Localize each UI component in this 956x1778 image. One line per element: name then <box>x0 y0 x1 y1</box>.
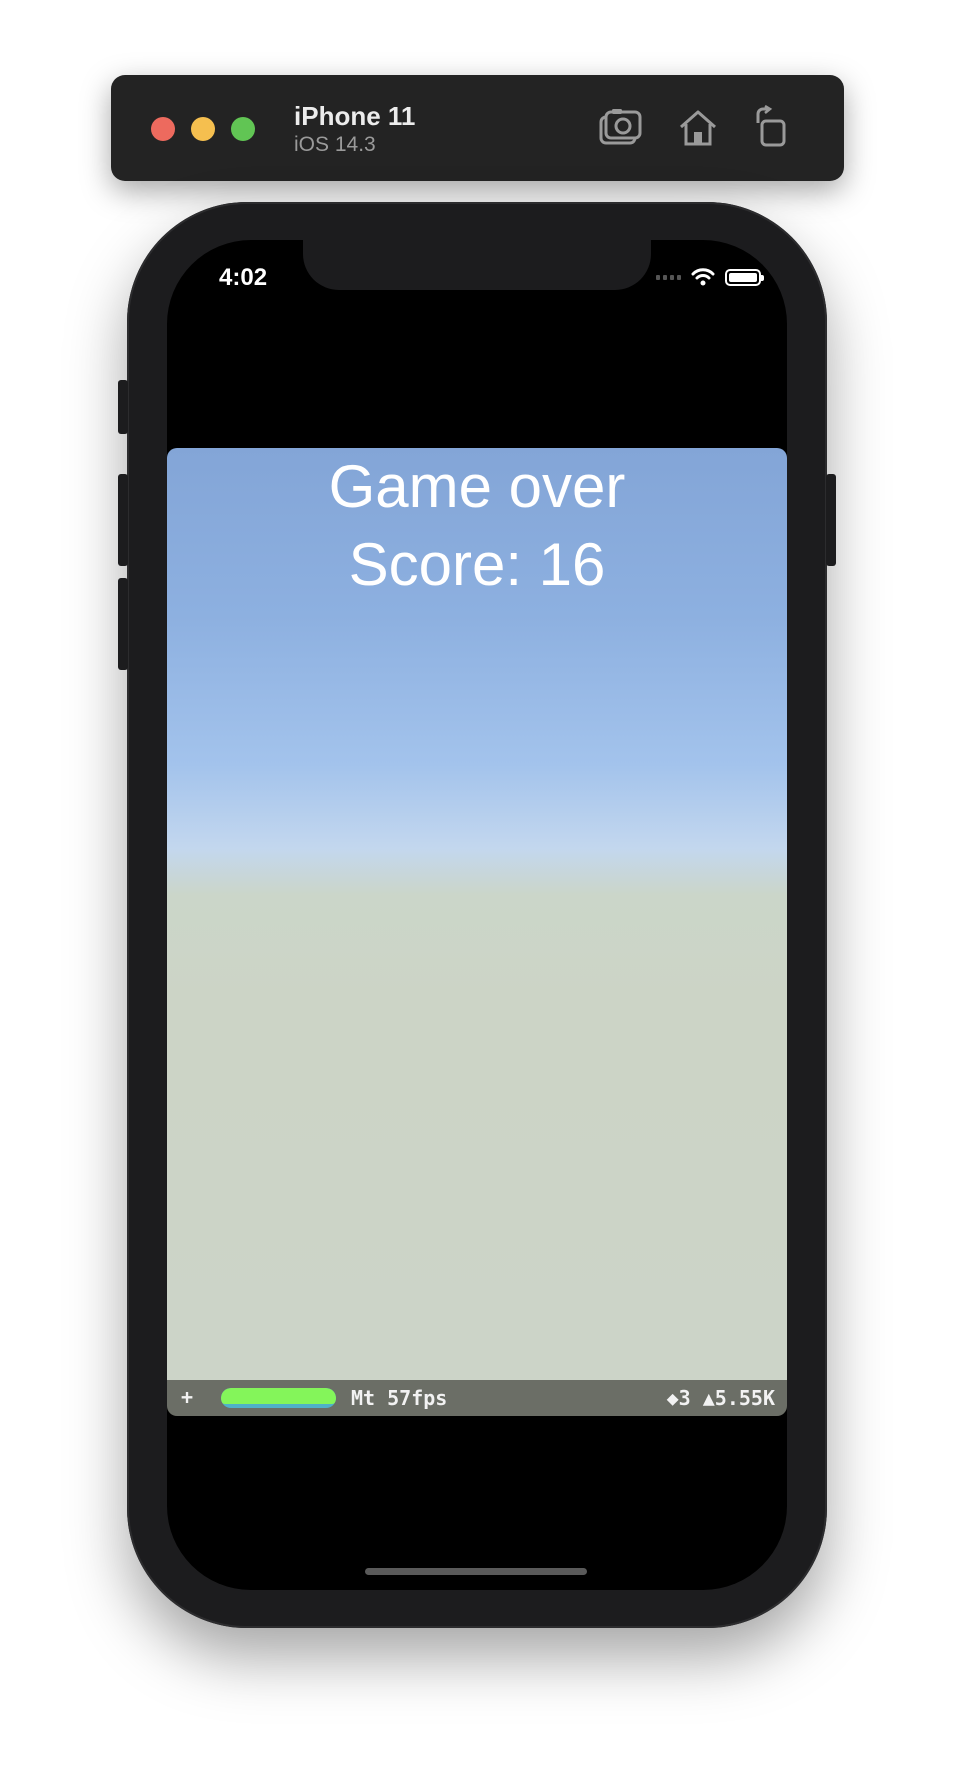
status-time: 4:02 <box>219 264 268 291</box>
game-over-title: Game over <box>328 453 626 520</box>
debug-hud: + Mt 57fps ◆3 ▲5.55K <box>167 1380 787 1416</box>
phone-screen: 4:02 Game over Score: 16 + Mt 57fps ◆3 ▲… <box>167 240 787 1590</box>
rotate-icon <box>756 104 786 147</box>
wifi-icon <box>691 268 715 286</box>
notch <box>303 240 651 290</box>
screenshot-icon <box>599 109 642 145</box>
simulator-title-bar: iPhone 11 iOS 14.3 <box>111 75 844 181</box>
screenshot-button[interactable] <box>597 105 643 151</box>
frame-time-bar-fill <box>221 1388 336 1404</box>
status-icons <box>656 268 764 286</box>
zoom-window-button[interactable] <box>231 117 255 141</box>
cellular-signal-icon <box>656 274 681 280</box>
volume-up-button <box>118 474 128 566</box>
home-button[interactable] <box>675 105 721 151</box>
os-version: iOS 14.3 <box>294 133 376 156</box>
power-button <box>826 474 836 566</box>
fps-label: Mt 57fps <box>351 1386 448 1410</box>
frame-time-bar <box>221 1388 336 1408</box>
scene-stats: ◆3 ▲5.55K <box>666 1386 775 1410</box>
score-text: Score: 16 <box>348 531 606 598</box>
rotate-button[interactable] <box>748 104 794 151</box>
device-name: iPhone 11 <box>294 101 416 131</box>
hud-expand-button[interactable]: + <box>181 1385 193 1409</box>
close-window-button[interactable] <box>151 117 175 141</box>
iphone-frame: 4:02 Game over Score: 16 + Mt 57fps ◆3 ▲… <box>118 202 836 1628</box>
mute-switch <box>118 380 128 434</box>
game-viewport[interactable]: Game over Score: 16 <box>167 448 787 1380</box>
home-indicator[interactable] <box>365 1568 587 1575</box>
volume-down-button <box>118 578 128 670</box>
home-icon <box>680 110 716 146</box>
minimize-window-button[interactable] <box>191 117 215 141</box>
battery-icon <box>725 268 764 286</box>
